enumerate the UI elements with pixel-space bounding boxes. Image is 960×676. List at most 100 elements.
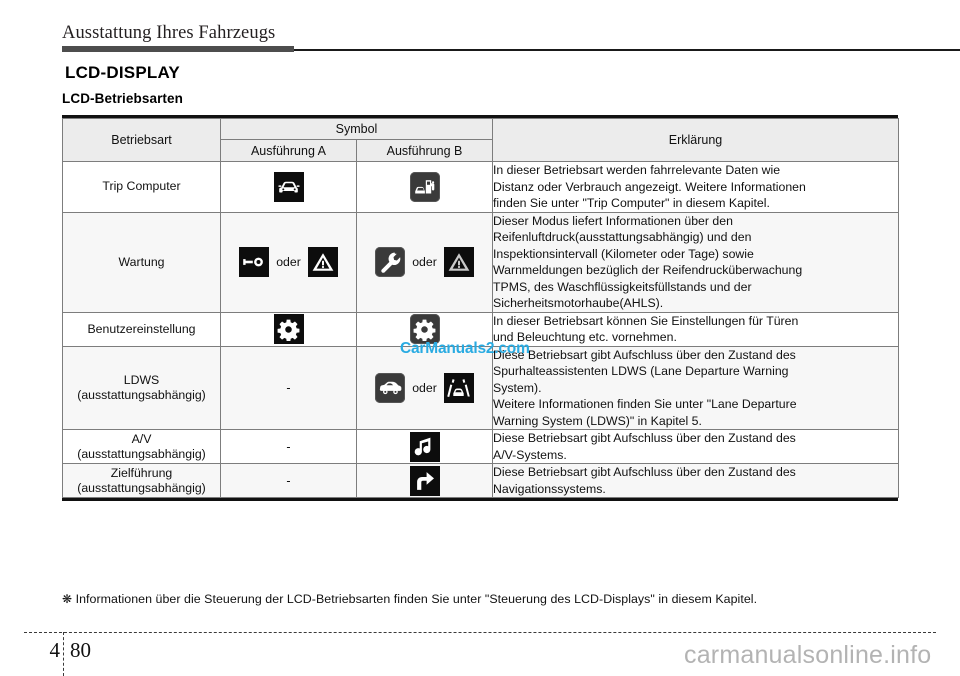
mode-note: (ausstattungsabhängig) [77, 387, 206, 402]
gear-icon [273, 314, 304, 344]
description-line: Warning System (LDWS)" in Kapitel 5. [493, 413, 702, 428]
table-row: Trip Computer In dieser Betriebsart werd… [62, 161, 899, 213]
no-symbol-dash: - [286, 439, 291, 454]
running-head-thick-rule [62, 46, 294, 52]
description-line: und Beleuchtung etc. vornehmen. [493, 330, 677, 344]
cell-symbol-a [220, 311, 357, 347]
cell-symbol-b: oder [356, 345, 493, 430]
running-head-text: Ausstattung Ihres Fahrzeugs [62, 23, 276, 43]
or-label: oder [412, 255, 437, 269]
description-line: System). [493, 380, 542, 395]
no-symbol-dash: - [286, 380, 291, 395]
table-row: A/V (ausstattungsabhängig) - Diese Betri… [62, 429, 899, 464]
running-head: Ausstattung Ihres Fahrzeugs [62, 22, 960, 56]
running-head-thin-rule [294, 49, 960, 51]
section-subtitle: LCD-Betriebsarten [62, 91, 183, 106]
symbol-group-a [221, 171, 356, 202]
wrench-curved-icon [375, 247, 406, 277]
mode-note: (ausstattungsabhängig) [77, 480, 206, 495]
cell-description: In dieser Betriebsart werden fahrrelevan… [492, 161, 899, 213]
description-line: Weitere Informationen finden Sie unter "… [493, 397, 797, 411]
cell-description: Diese Betriebsart gibt Aufschluss über d… [492, 463, 899, 498]
page-title: LCD-DISPLAY [65, 63, 180, 82]
lcd-modes-table-wrap: Betriebsart Symbol Erklärung Ausführung … [62, 115, 899, 501]
table-bottom-rule [62, 498, 898, 501]
chapter-number: 4 [49, 638, 61, 662]
description-line: A/V-Systems. [493, 447, 567, 462]
or-label: oder [276, 255, 301, 269]
symbol-group-b: oder [357, 372, 492, 403]
cell-description: Dieser Modus liefert Informationen über … [492, 211, 899, 313]
footer-dashed-rule [24, 632, 936, 633]
cell-symbol-a: - [220, 345, 357, 430]
symbol-group-a: oder [221, 247, 356, 277]
table-row: Benutzereinstellung In dieser Betriebsar… [62, 311, 899, 347]
footnote: ❋ Informationen über die Steuerung der L… [62, 592, 757, 606]
gear-gray-icon [409, 314, 440, 344]
description-line: Inspektionsintervall (Kilometer oder Tag… [493, 246, 754, 261]
no-symbol-dash: - [286, 473, 291, 488]
warning-triangle-icon [307, 247, 338, 277]
description-line: Spurhalteassistenten LDWS (Lane Departur… [493, 364, 789, 378]
cell-description: Diese Betriebsart gibt Aufschluss über d… [492, 345, 899, 430]
cell-symbol-b [356, 161, 493, 213]
description-line: Navigationssystems. [493, 481, 606, 496]
description-line: Diese Betriebsart gibt Aufschluss über d… [493, 465, 796, 479]
description-line: finden Sie unter "Trip Computer" in dies… [493, 196, 770, 210]
symbol-group-b: oder [357, 247, 492, 277]
table-row: LDWS (ausstattungsabhängig) - oder Diese… [62, 345, 899, 430]
cell-mode: Trip Computer [62, 161, 221, 213]
car-side-icon [375, 372, 406, 403]
table-row: Wartung oder oder Dieser Modus liefert I… [62, 211, 899, 313]
mode-name: Wartung [118, 254, 165, 269]
description-line: TPMS, des Waschflüssigkeitsfüllstands un… [493, 279, 752, 294]
cell-symbol-b: oder [356, 211, 493, 313]
or-label: oder [412, 380, 437, 395]
wrench-icon [239, 247, 270, 277]
cell-symbol-a [220, 161, 357, 213]
table-row: Zielführung (ausstattungsabhängig) - Die… [62, 463, 899, 498]
footnote-text: Informationen über die Steuerung der LCD… [75, 592, 758, 606]
lane-departure-icon [443, 372, 474, 403]
col-header-ausfuehrung-a: Ausführung A [220, 139, 357, 162]
cell-symbol-a: - [220, 429, 357, 464]
description-line: In dieser Betriebsart werden fahrrelevan… [493, 163, 781, 177]
mode-name: Trip Computer [102, 179, 181, 194]
description-line: Distanz oder Verbrauch angezeigt. Weiter… [493, 179, 806, 194]
turn-right-arrow-icon [409, 465, 440, 496]
col-header-betriebsart: Betriebsart [62, 118, 221, 162]
description-line: In dieser Betriebsart können Sie Einstel… [493, 313, 799, 328]
symbol-group-a [221, 314, 356, 344]
cell-description: Diese Betriebsart gibt Aufschluss über d… [492, 429, 899, 464]
music-note-icon [409, 431, 440, 462]
cell-symbol-b [356, 429, 493, 464]
cell-symbol-b [356, 311, 493, 347]
cell-symbol-b [356, 463, 493, 498]
mode-name: A/V [131, 431, 152, 446]
col-header-symbol: Symbol [220, 118, 493, 140]
warning-triangle-gray-icon [443, 247, 474, 277]
footer-dashed-divider [63, 632, 64, 676]
cell-symbol-a: - [220, 463, 357, 498]
description-line: Sicherheitsmotorhaube(AHLS). [493, 296, 664, 310]
cell-mode: Benutzereinstellung [62, 311, 221, 347]
col-header-erklaerung: Erklärung [492, 118, 899, 162]
footnote-marker: ❋ [62, 592, 73, 606]
cell-mode: Wartung [62, 211, 221, 313]
description-line: Diese Betriebsart gibt Aufschluss über d… [493, 347, 796, 362]
table-top-rule [62, 115, 898, 118]
cell-mode: Zielführung (ausstattungsabhängig) [62, 463, 221, 498]
col-header-ausfuehrung-b: Ausführung B [356, 139, 493, 162]
mode-name: Benutzereinstellung [87, 321, 196, 336]
cell-description: In dieser Betriebsart können Sie Einstel… [492, 311, 899, 347]
mode-name: Zielführung [110, 465, 173, 480]
symbol-group-b [357, 171, 492, 202]
fuel-pump-car-icon [409, 171, 440, 202]
symbol-group-b [357, 431, 492, 462]
symbol-group-b [357, 465, 492, 496]
lcd-modes-table: Betriebsart Symbol Erklärung Ausführung … [62, 118, 899, 498]
car-front-icon [273, 171, 304, 202]
page-number: 80 [70, 638, 91, 662]
watermark-bottom: carmanualsonline.info [684, 641, 932, 669]
cell-mode: A/V (ausstattungsabhängig) [62, 429, 221, 464]
